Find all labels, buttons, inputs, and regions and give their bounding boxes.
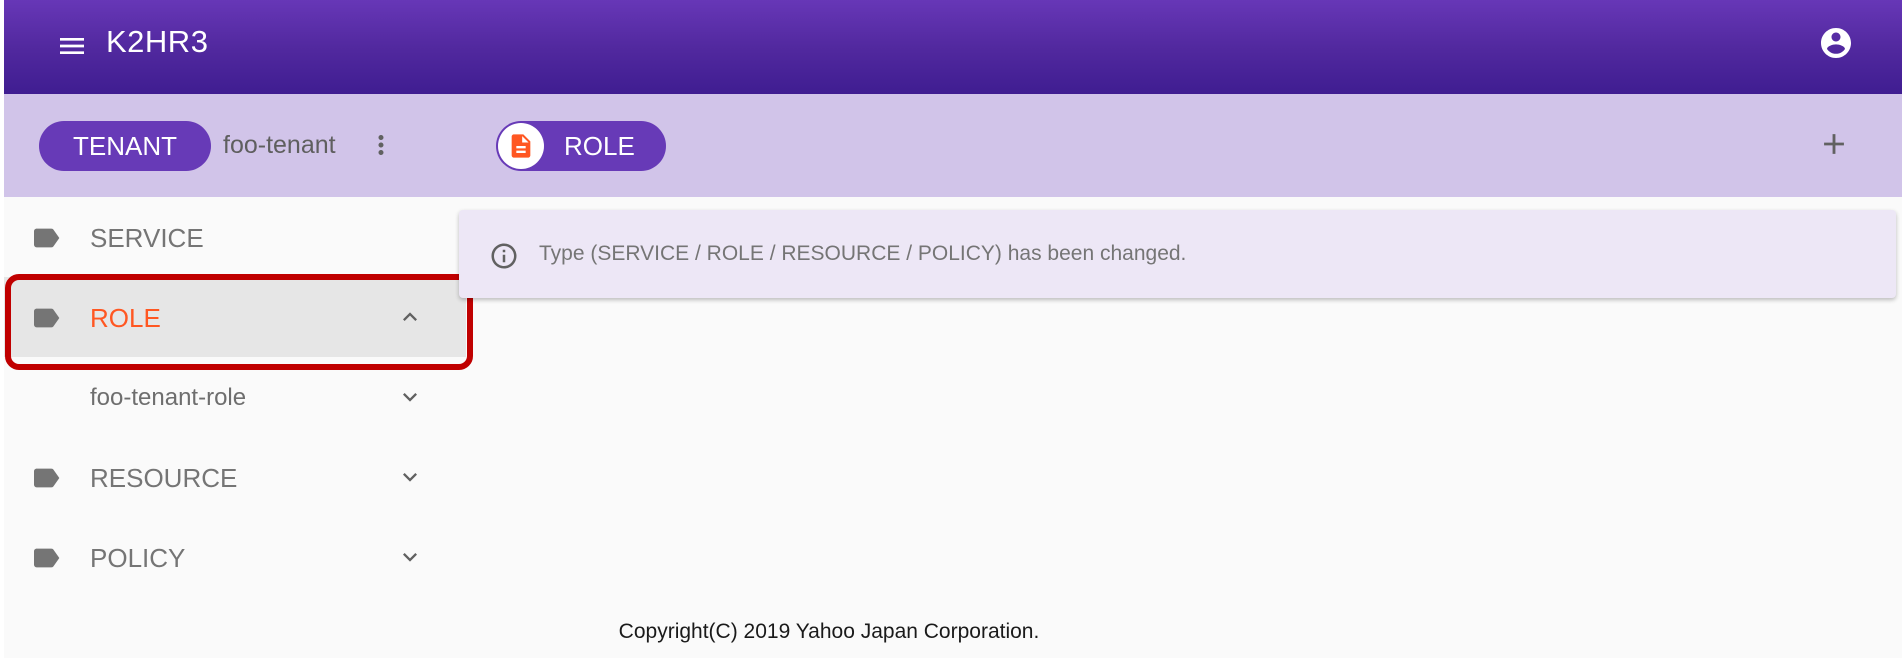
chevron-down-icon[interactable] <box>396 543 424 571</box>
sidebar-item-label: POLICY <box>90 543 186 573</box>
sidebar-subitem-label: foo-tenant-role <box>90 384 247 411</box>
label-icon <box>34 228 60 248</box>
account-circle-icon[interactable] <box>1818 25 1854 61</box>
tenant-name: foo-tenant <box>223 131 336 159</box>
chip-avatar <box>498 123 544 169</box>
chevron-up-icon[interactable] <box>396 303 424 331</box>
app-title: K2HR3 <box>106 24 209 59</box>
sidebar-item-label: RESOURCE <box>90 463 238 493</box>
label-icon <box>34 308 60 328</box>
sidebar-item-label: ROLE <box>90 303 161 333</box>
sidebar-subitem-foo-tenant-role[interactable]: foo-tenant-role <box>4 357 466 437</box>
type-chip-label: ROLE <box>564 131 635 161</box>
tenant-chip[interactable]: TENANT <box>39 121 211 171</box>
label-icon <box>34 468 60 488</box>
info-message: Type (SERVICE / ROLE / RESOURCE / POLICY… <box>459 210 1896 298</box>
sidebar-item-label: SERVICE <box>90 223 204 253</box>
sidebar-item-service[interactable]: SERVICE <box>4 197 466 277</box>
sidebar: SERVICE ROLE foo-tenant-role RESOURCE PO… <box>4 197 470 597</box>
chevron-down-icon[interactable] <box>396 383 424 411</box>
info-icon <box>491 243 517 269</box>
description-icon <box>511 134 531 158</box>
sidebar-item-resource[interactable]: RESOURCE <box>4 437 466 517</box>
info-message-text: Type (SERVICE / ROLE / RESOURCE / POLICY… <box>539 242 1187 265</box>
add-icon[interactable] <box>1817 127 1851 161</box>
footer-copyright: Copyright(C) 2019 Yahoo Japan Corporatio… <box>618 620 1040 643</box>
chevron-down-icon[interactable] <box>396 463 424 491</box>
sidebar-item-policy[interactable]: POLICY <box>4 517 466 597</box>
label-icon <box>34 548 60 568</box>
app-bar: K2HR3 <box>4 0 1902 94</box>
sidebar-item-role[interactable]: ROLE <box>4 277 466 357</box>
more-vert-icon[interactable] <box>366 130 396 160</box>
tenant-toolbar: TENANT foo-tenant ROLE <box>4 94 1902 197</box>
menu-icon[interactable] <box>56 30 88 62</box>
type-chip-role[interactable]: ROLE <box>496 121 666 171</box>
app-frame: K2HR3 TENANT foo-tenant ROLE SERVICE ROL… <box>4 0 1902 658</box>
